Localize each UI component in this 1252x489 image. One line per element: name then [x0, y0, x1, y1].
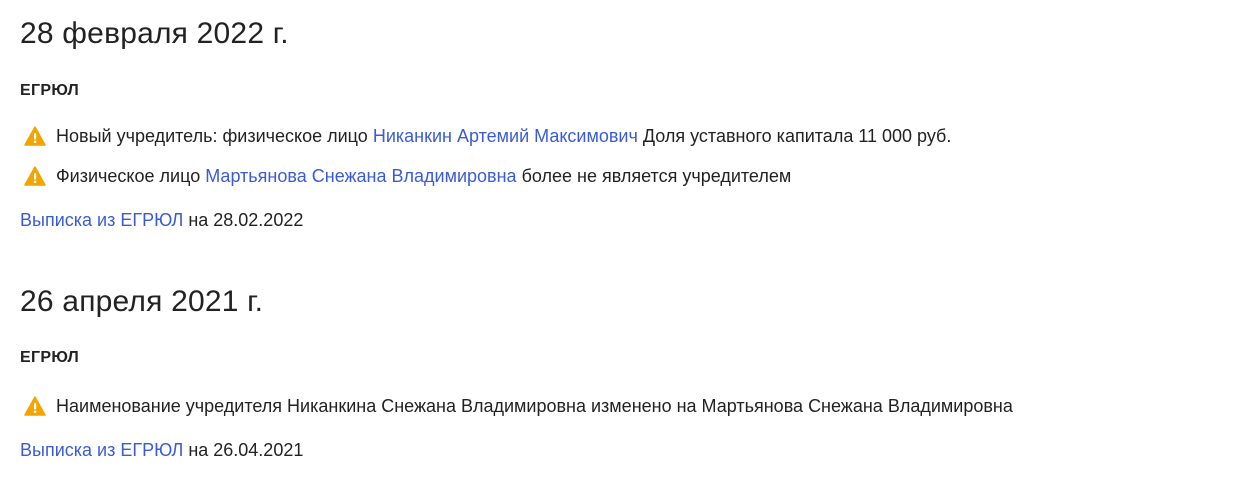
extract-row: Выписка из ЕГРЮЛ на 28.02.2022	[20, 208, 1242, 232]
event-text: Новый учредитель: физическое лицо	[56, 126, 368, 146]
person-link[interactable]: Мартьянова Снежана Владимировна	[205, 166, 516, 186]
entry-date: 26 апреля 2021 г.	[20, 285, 264, 318]
event-item: Новый учредитель: физическое лицо Никанк…	[20, 124, 1242, 148]
extract-line: Выписка из ЕГРЮЛ на 26.04.2021	[20, 438, 1242, 462]
extract-date: на 28.02.2022	[188, 210, 304, 230]
person-link[interactable]: Никанкин Артемий Максимович	[373, 126, 638, 146]
event-text: Доля уставного капитала 11 000 руб.	[642, 126, 952, 146]
extract-row: Выписка из ЕГРЮЛ на 26.04.2021	[20, 438, 1242, 462]
source-block: ЕГРЮЛ	[20, 81, 1242, 101]
event-row: Физическое лицо Мартьянова Снежана Влади…	[20, 164, 1242, 188]
source-block: ЕГРЮЛ	[20, 348, 1242, 368]
event-item: Физическое лицо Мартьянова Снежана Влади…	[20, 164, 1242, 188]
egrul-extract-link[interactable]: Выписка из ЕГРЮЛ	[20, 440, 183, 460]
extract-date: на 26.04.2021	[188, 440, 304, 460]
timeline-entry: 26 апреля 2021 г.	[20, 284, 1242, 320]
warning-icon	[24, 126, 46, 146]
event-item: Наименование учредителя Никанкина Снежан…	[20, 394, 1242, 418]
warning-icon	[24, 396, 46, 416]
event-row: Новый учредитель: физическое лицо Никанк…	[20, 124, 1242, 148]
entry-date: 28 февраля 2022 г.	[20, 17, 289, 50]
extract-line: Выписка из ЕГРЮЛ на 28.02.2022	[20, 208, 1242, 232]
timeline-entry: 28 февраля 2022 г.	[20, 16, 1242, 52]
source-label: ЕГРЮЛ	[20, 349, 80, 366]
egrul-extract-link[interactable]: Выписка из ЕГРЮЛ	[20, 210, 183, 230]
event-text: более не является учредителем	[521, 166, 792, 186]
event-text: Физическое лицо	[56, 166, 201, 186]
event-text: Наименование учредителя Никанкина Снежан…	[56, 396, 1013, 416]
source-label: ЕГРЮЛ	[20, 82, 80, 99]
event-row: Наименование учредителя Никанкина Снежан…	[20, 394, 1242, 418]
warning-icon	[24, 166, 46, 186]
